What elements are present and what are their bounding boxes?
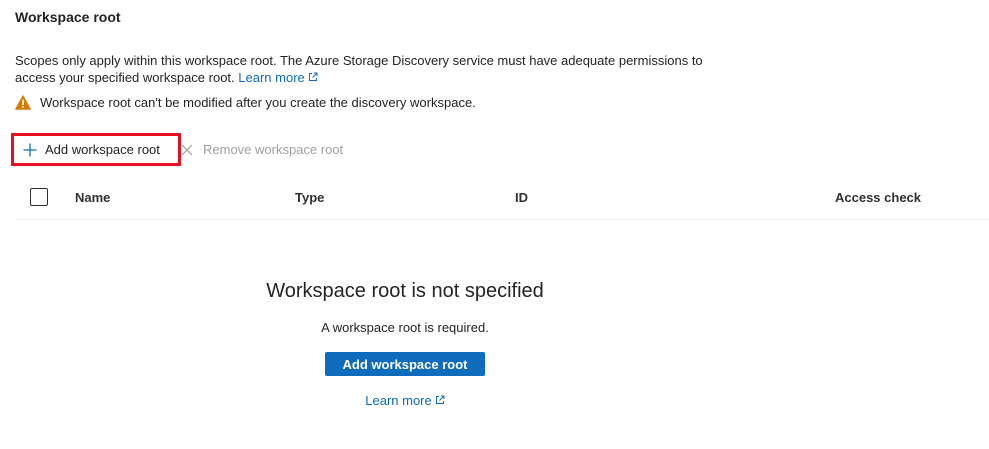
section-title: Workspace root: [15, 9, 121, 25]
add-workspace-root-label: Add workspace root: [45, 142, 160, 157]
description-text: Scopes only apply within this workspace …: [15, 53, 703, 85]
learn-more-link[interactable]: Learn more: [238, 70, 318, 85]
empty-state-title: Workspace root is not specified: [266, 280, 544, 302]
empty-state-learn-more-link[interactable]: Learn more: [365, 393, 445, 408]
plus-icon: [23, 143, 37, 156]
column-header-type[interactable]: Type: [295, 190, 324, 205]
column-header-id[interactable]: ID: [515, 190, 528, 205]
close-icon: [181, 144, 193, 155]
description: Scopes only apply within this workspace …: [15, 52, 715, 86]
column-header-access-check[interactable]: Access check: [835, 190, 921, 205]
empty-state-learn-more-label: Learn more: [365, 393, 432, 408]
warning-message: Workspace root can't be modified after y…: [15, 95, 476, 110]
add-workspace-root-button[interactable]: Add workspace root: [11, 133, 181, 166]
external-link-icon: [308, 72, 318, 81]
empty-state-learn-more: Learn more: [0, 393, 810, 408]
table-header: Name Type ID Access check: [15, 180, 989, 220]
empty-state-subtitle: A workspace root is required.: [321, 320, 489, 335]
warning-icon: [15, 95, 31, 110]
warning-text: Workspace root can't be modified after y…: [40, 95, 476, 110]
remove-workspace-root-button[interactable]: Remove workspace root: [181, 135, 353, 164]
toolbar: Add workspace root Remove workspace root: [11, 133, 353, 166]
column-header-name[interactable]: Name: [75, 190, 110, 205]
add-workspace-root-primary-button[interactable]: Add workspace root: [325, 352, 485, 376]
remove-workspace-root-label: Remove workspace root: [203, 142, 344, 157]
learn-more-label: Learn more: [238, 70, 305, 85]
select-all-checkbox[interactable]: [30, 188, 48, 206]
external-link-icon: [435, 395, 445, 404]
